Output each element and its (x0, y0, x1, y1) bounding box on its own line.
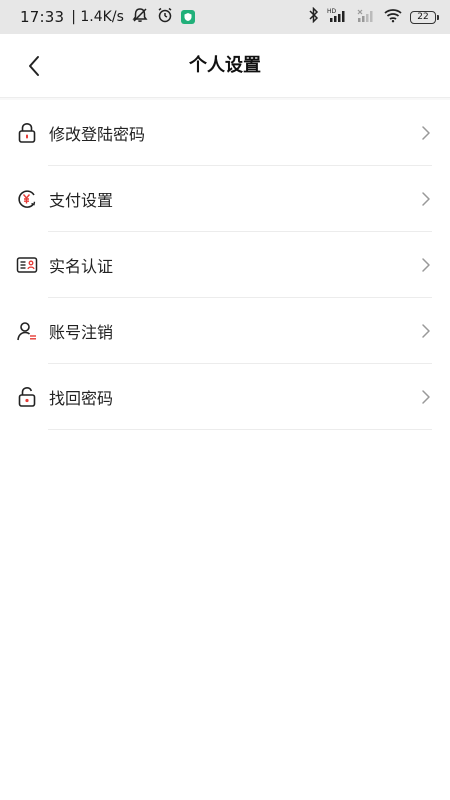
status-time: 17:33 (20, 8, 65, 26)
silent-bell-icon (131, 6, 149, 28)
alarm-icon (156, 6, 174, 28)
battery-indicator: 22 (410, 10, 439, 24)
menu-item-account-cancellation[interactable]: 账号注销 (0, 298, 450, 364)
chevron-right-icon (420, 256, 432, 274)
chevron-right-icon (420, 388, 432, 406)
status-right: HD 22 (308, 6, 439, 27)
user-icon (16, 320, 38, 342)
page-title: 个人设置 (189, 55, 261, 76)
menu-item-label: 实名认证 (49, 257, 114, 276)
status-left: 17:33 | 1.4K/s (20, 6, 195, 28)
menu-item-payment-settings[interactable]: 支付设置 (0, 166, 450, 232)
chevron-right-icon (420, 124, 432, 142)
menu-item-label: 找回密码 (49, 389, 114, 408)
unlock-icon (16, 386, 38, 408)
chevron-right-icon (420, 322, 432, 340)
network-speed: | 1.4K/s (71, 9, 124, 25)
bluetooth-icon (308, 6, 320, 27)
svg-text:HD: HD (327, 8, 337, 15)
id-card-icon (16, 254, 38, 276)
wifi-icon (383, 7, 403, 27)
menu-item-real-name-verification[interactable]: 实名认证 (0, 232, 450, 298)
menu-item-label: 支付设置 (49, 191, 114, 210)
menu-item-label: 修改登陆密码 (49, 125, 146, 144)
lock-icon (16, 122, 38, 144)
nav-bar: 个人设置 (0, 34, 450, 98)
settings-menu-list: 修改登陆密码 支付设置 实名认证 账号注销 找回密码 (0, 100, 450, 430)
app-notification-icon (180, 10, 195, 24)
signal-weak-icon (356, 7, 376, 27)
menu-item-change-login-password[interactable]: 修改登陆密码 (0, 100, 450, 166)
menu-item-retrieve-password[interactable]: 找回密码 (0, 364, 450, 430)
chevron-right-icon (420, 190, 432, 208)
menu-item-label: 账号注销 (49, 323, 114, 342)
signal-icon: HD (327, 7, 349, 27)
payment-icon (16, 188, 38, 210)
status-bar: 17:33 | 1.4K/s HD 22 (0, 0, 450, 34)
blank-content-area (0, 430, 450, 800)
